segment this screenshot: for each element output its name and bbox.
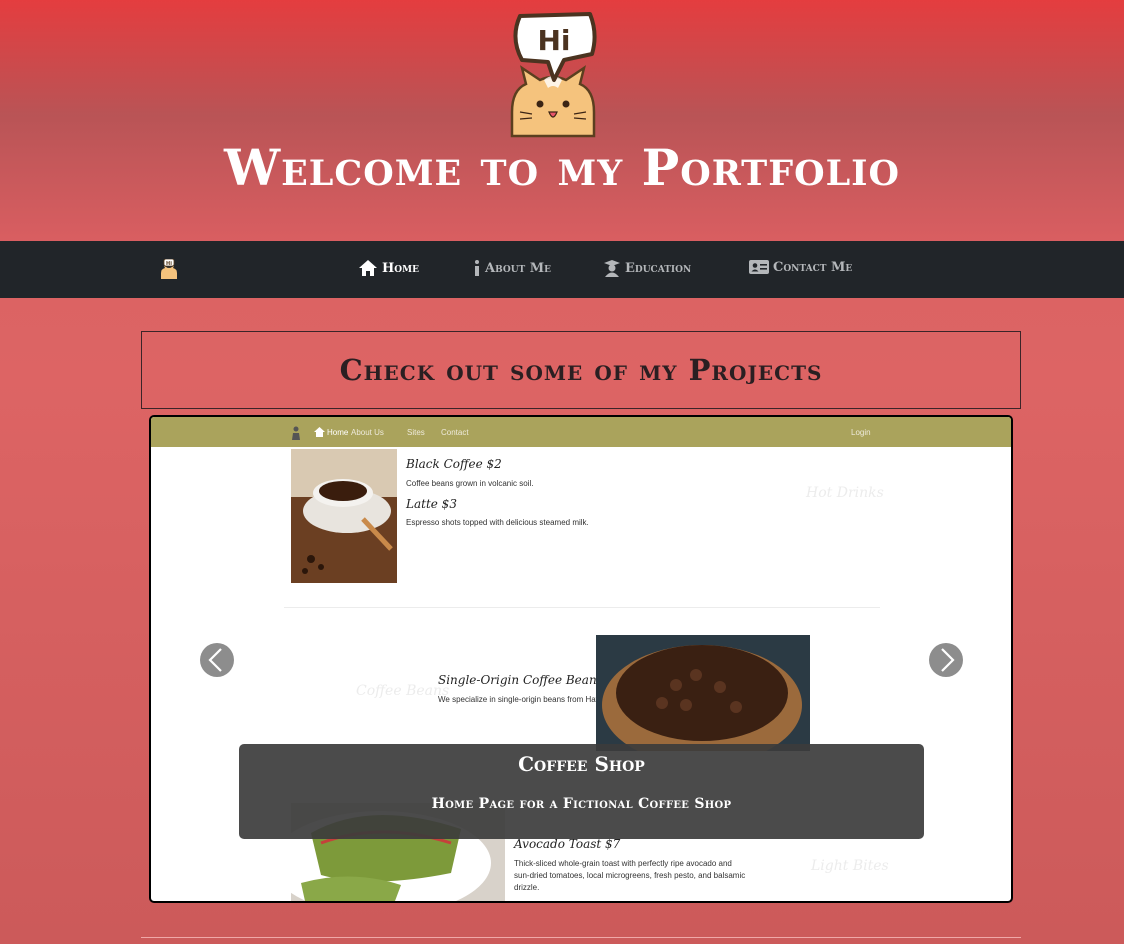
- hi-cat-logo-icon: Hi: [510, 12, 597, 138]
- coffee-logo-icon: [292, 426, 300, 440]
- slide-home-icon: [314, 427, 325, 437]
- section-label: Coffee Beans: [356, 683, 450, 699]
- home-icon: [359, 260, 377, 276]
- slide-nav-login: Login: [851, 428, 871, 437]
- menu-item-name: Latte $3: [406, 497, 457, 511]
- page-header: Hi Welcome to my Portfolio: [0, 0, 1124, 241]
- slide-divider: [284, 607, 880, 608]
- section-divider: [141, 937, 1021, 938]
- nav-about-me-label: About Me: [485, 260, 552, 276]
- carousel-caption: Coffee Shop Home Page for a Fictional Co…: [239, 744, 924, 839]
- section-label: Light Bites: [811, 858, 889, 874]
- svg-text:Hi: Hi: [166, 261, 172, 267]
- section-label: Hot Drinks: [806, 485, 884, 501]
- coffee-cup-photo: [291, 449, 397, 583]
- slide-nav-about: About Us: [351, 428, 384, 437]
- nav-home[interactable]: Home: [358, 259, 419, 277]
- menu-item-desc: Thick-sliced whole-grain toast with perf…: [514, 859, 732, 868]
- slide-navbar: Home About Us Sites Contact Login: [151, 417, 1011, 447]
- main-navbar: Hi Home About Me Education Contact Me: [0, 241, 1124, 298]
- menu-item-name: Single-Origin Coffee Beans: [438, 673, 603, 687]
- graduate-icon: [604, 260, 620, 277]
- carousel-prev-button[interactable]: [200, 643, 234, 677]
- carousel-next-button[interactable]: [929, 643, 963, 677]
- menu-item-desc: Coffee beans grown in volcanic soil.: [406, 479, 534, 488]
- projects-heading: Check out some of my Projects: [339, 353, 823, 387]
- projects-heading-box: Check out some of my Projects: [141, 331, 1021, 409]
- menu-item-name: Black Coffee $2: [406, 457, 502, 471]
- nav-education-label: Education: [625, 260, 692, 276]
- nav-home-label: Home: [382, 260, 419, 276]
- menu-item-name: Avocado Toast $7: [514, 837, 621, 851]
- nav-contact-me-label: Contact Me: [773, 259, 853, 275]
- slide-nav-contact: Contact: [441, 428, 469, 437]
- menu-item-desc: drizzle.: [514, 883, 540, 892]
- hi-cat-icon[interactable]: Hi: [160, 259, 178, 279]
- menu-item-desc: We specialize in single-origin beans fro…: [438, 695, 612, 704]
- nav-contact-me[interactable]: Contact Me: [749, 259, 852, 275]
- menu-item-desc: Espresso shots topped with delicious ste…: [406, 518, 589, 527]
- nav-about-me[interactable]: About Me: [473, 259, 551, 277]
- nav-education[interactable]: Education: [603, 259, 691, 277]
- chevron-left-icon: [208, 648, 222, 672]
- chevron-right-icon: [941, 648, 955, 672]
- logo-text: Hi: [537, 24, 570, 57]
- caption-title: Coffee Shop: [518, 752, 645, 776]
- page-title: Welcome to my Portfolio: [223, 138, 901, 197]
- caption-subtitle: Home Page for a Fictional Coffee Shop: [431, 796, 732, 812]
- menu-item-desc: sun-dried tomatoes, local microgreens, f…: [514, 871, 746, 880]
- slide-nav-sites: Sites: [407, 428, 425, 437]
- slide-nav-home: Home: [327, 428, 349, 437]
- project-carousel[interactable]: Home About Us Sites Contact Login Black …: [149, 415, 1013, 903]
- contact-card-icon: [749, 260, 769, 274]
- coffee-beans-photo: [596, 635, 810, 751]
- info-icon: [475, 260, 479, 276]
